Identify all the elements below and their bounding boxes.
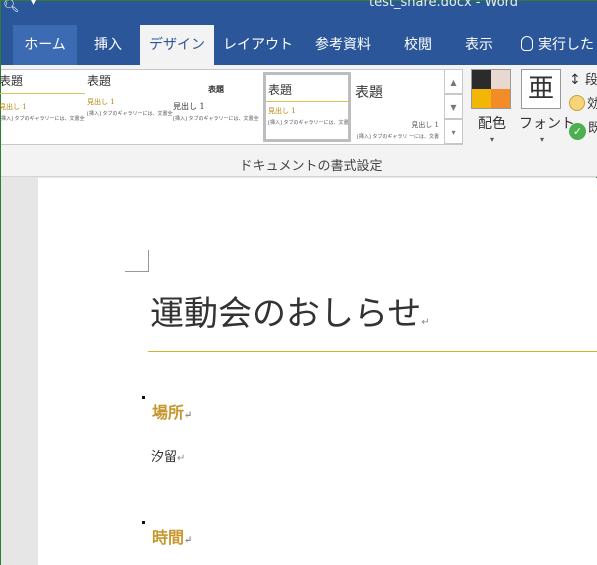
thumb-body: [挿入] タブのギャラリーには、文書全体の体裁に合わせて調整するための xyxy=(0,116,85,122)
heading-place[interactable]: 場所↵ xyxy=(142,396,193,423)
style-set-thumbnail[interactable]: 表題 見出し 1 [挿入] タブのギャラリーには、文書全体の体裁に合わせて調整す… xyxy=(87,72,173,142)
thumb-title: 表題 xyxy=(266,75,348,102)
tell-me-search[interactable]: 実行した xyxy=(521,25,597,65)
style-set-thumbnail[interactable]: 表題 見出し 1 [挿入] タブのギャラリーには、文書全体の体裁に合わせて調整す… xyxy=(0,72,85,142)
thumb-heading: 見出し 1 xyxy=(87,98,115,106)
gallery-scroll-up-icon[interactable]: ▲ xyxy=(444,69,463,94)
set-as-default-icon: ✓ xyxy=(569,123,586,140)
group-label: ドキュメントの書式設定 xyxy=(239,159,383,174)
thumb-title: 表題 xyxy=(0,72,85,94)
heading-bullet xyxy=(142,396,145,399)
quick-access-dropdown-icon[interactable]: ▾ xyxy=(31,0,36,8)
place-paragraph[interactable]: 汐留↵ xyxy=(151,446,185,465)
tell-me-label: 実行した xyxy=(538,37,594,53)
paragraph-mark: ↵ xyxy=(421,317,430,328)
thumb-heading: 見出し 1 xyxy=(0,103,27,111)
magnifier-icon[interactable]: 🔍︎ xyxy=(3,0,20,14)
thumb-heading: 見出し 1 xyxy=(173,102,205,111)
paragraph-mark: ↵ xyxy=(184,535,193,546)
thumb-body: [挿入] タブのギャラリ ーには、文書 xyxy=(356,134,439,140)
title-underline xyxy=(148,351,597,352)
ribbon-tabs: ホーム 挿入 デザイン レイアウト 参考資料 校閲 表示 実行した xyxy=(1,23,597,65)
set-as-default-label: 既 xyxy=(588,121,597,136)
thumb-heading: 見出し 1 xyxy=(268,107,296,115)
effects-icon xyxy=(569,95,585,111)
paragraph-mark: ↵ xyxy=(184,410,193,421)
tab-home[interactable]: ホーム xyxy=(13,25,77,65)
design-side-items: ↕ 段 効 ✓ 既 xyxy=(569,69,597,141)
thumb-body: [挿入] タブのギャラリーには、文書全体の体裁に合わせて調整するためのアイテムが… xyxy=(173,116,259,122)
swatch-3 xyxy=(491,89,510,108)
swatch-1 xyxy=(491,70,510,89)
paragraph-mark: ↵ xyxy=(177,453,186,464)
style-set-thumbnail[interactable]: 表題 見出し 1 [挿入] タブのギャラリ ーには、文書 xyxy=(355,72,443,142)
lightbulb-icon xyxy=(521,36,533,51)
color-palette-icon xyxy=(471,69,511,109)
tab-review[interactable]: 校閲 xyxy=(395,25,441,65)
gallery-scroll-down-icon[interactable]: ▼ xyxy=(444,94,463,119)
thumb-heading: 見出し 1 xyxy=(411,121,439,129)
ribbon-design-panel: 表題 見出し 1 [挿入] タブのギャラリーには、文書全体の体裁に合わせて調整す… xyxy=(0,65,597,177)
thumb-body: [挿入] タブのギャラリーには、文書全体の体裁に合わせて調整するためのア イテム… xyxy=(87,111,173,117)
colors-button[interactable]: 配色 ▾ xyxy=(471,69,513,149)
gallery-more-icon[interactable]: ▾ xyxy=(444,119,463,144)
thumb-title: 表題 xyxy=(87,74,112,88)
swatch-2 xyxy=(472,89,491,108)
document-title-text: 運動会のおしらせ xyxy=(150,294,422,334)
set-as-default-button[interactable]: ✓ 既 xyxy=(569,117,597,141)
fonts-label: フォント xyxy=(519,116,575,132)
margin-corner-mark xyxy=(125,250,149,272)
document-page[interactable]: 運動会のおしらせ↵ 場所↵ 汐留↵ 時間↵ xyxy=(38,178,597,565)
heading-time-text: 時間 xyxy=(152,528,185,547)
effects-button[interactable]: 効 xyxy=(569,93,597,117)
thumb-title: 表題 xyxy=(355,85,383,101)
document-area: 運動会のおしらせ↵ 場所↵ 汐留↵ 時間↵ xyxy=(1,178,597,565)
tab-references[interactable]: 参考資料 xyxy=(306,25,380,65)
chevron-down-icon: ▾ xyxy=(539,135,544,144)
style-set-gallery: 表題 見出し 1 [挿入] タブのギャラリーには、文書全体の体裁に合わせて調整す… xyxy=(0,69,463,145)
paragraph-spacing-icon: ↕ xyxy=(569,72,581,88)
fonts-button[interactable]: 亜 フォント ▾ xyxy=(519,69,575,149)
swatch-0 xyxy=(472,70,491,89)
thumb-title: 表題 xyxy=(208,84,224,94)
heading-place-text: 場所 xyxy=(152,403,185,422)
tab-design[interactable]: デザイン xyxy=(140,25,214,65)
colors-label: 配色 xyxy=(478,116,506,132)
heading-time[interactable]: 時間↵ xyxy=(142,521,193,548)
effects-label: 効 xyxy=(587,97,597,112)
paragraph-spacing-button[interactable]: ↕ 段 xyxy=(569,69,597,93)
font-glyph-icon: 亜 xyxy=(521,69,561,109)
heading-bullet xyxy=(142,521,145,524)
thumb-body: [挿入] タブのギャラリーには、文書全体の体裁に合わせて調整するためのア xyxy=(268,120,351,126)
title-bar: 🔍︎ ▾ test_share.docx - Word xyxy=(1,0,597,23)
tab-view[interactable]: 表示 xyxy=(457,25,501,65)
window-title: test_share.docx - Word xyxy=(369,0,519,10)
style-set-thumbnail[interactable]: 表題 見出し 1 [挿入] タブのギャラリーには、文書全体の体裁に合わせて調整す… xyxy=(173,72,259,142)
gallery-scroll: ▲ ▼ ▾ xyxy=(444,69,463,145)
style-set-thumbnail-selected[interactable]: 表題 見出し 1 [挿入] タブのギャラリーには、文書全体の体裁に合わせて調整す… xyxy=(263,72,351,142)
tab-layout[interactable]: レイアウト xyxy=(223,25,293,65)
chevron-down-icon: ▾ xyxy=(489,135,494,144)
paragraph-spacing-label: 段 xyxy=(585,73,597,88)
tab-insert[interactable]: 挿入 xyxy=(83,25,133,65)
place-text: 汐留 xyxy=(151,450,178,465)
document-title[interactable]: 運動会のおしらせ↵ xyxy=(150,286,430,335)
